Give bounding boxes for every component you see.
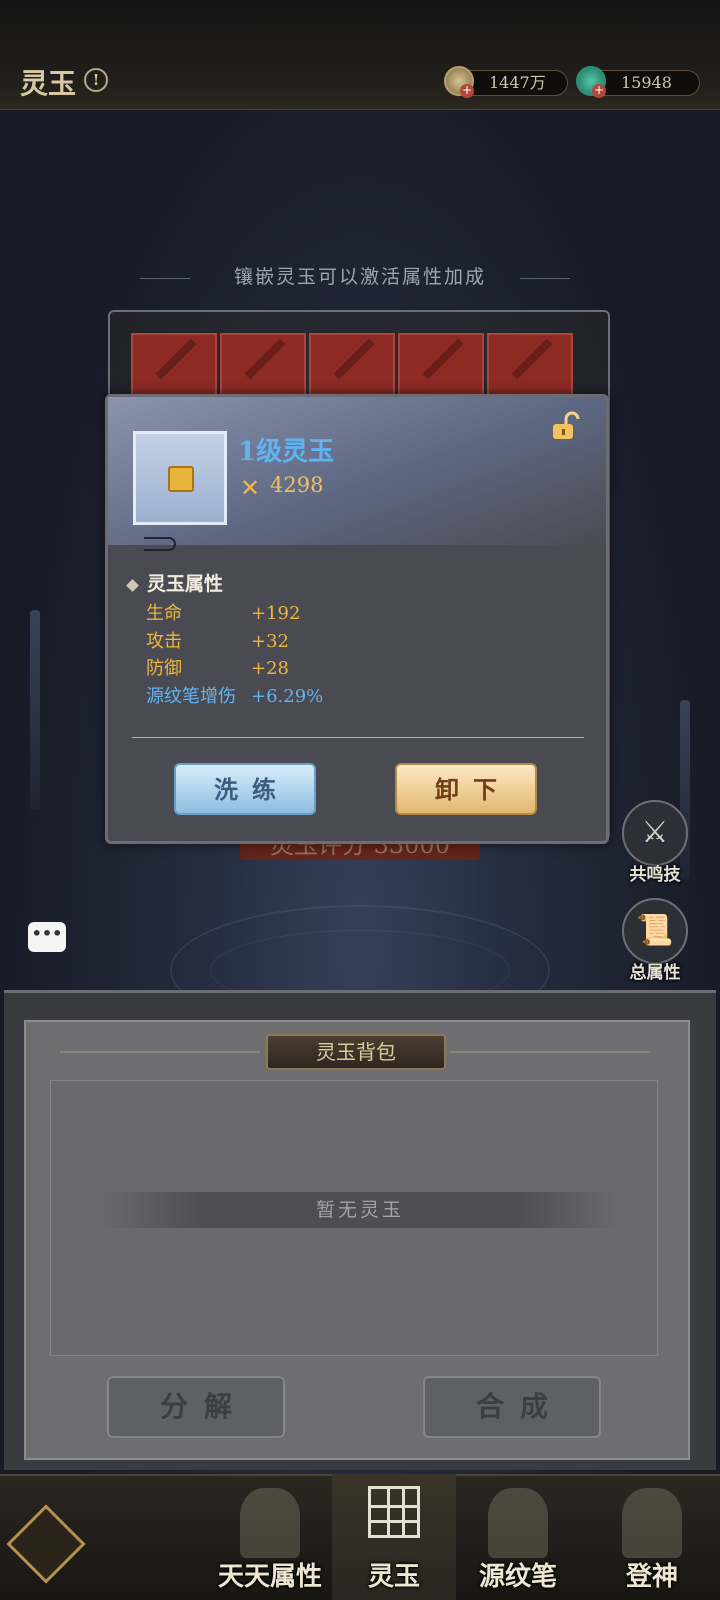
tab-daily-attributes[interactable]: 天天属性 (208, 1474, 332, 1600)
attributes-title-label: 灵玉属性 (147, 573, 224, 595)
page-title: 灵玉 (20, 67, 77, 100)
attribute-row: 防御 +28 (146, 654, 289, 680)
inlay-slot[interactable] (220, 333, 306, 403)
brush-icon (488, 1488, 548, 1558)
attribute-name: 防御 (146, 658, 182, 679)
empty-message: 暂无灵玉 (100, 1192, 620, 1228)
hint-text: 镶嵌灵玉可以激活属性加成 (233, 266, 486, 288)
bag-title-line-right (450, 1051, 650, 1053)
jade-value: 15948 (621, 73, 672, 92)
add-jade-icon[interactable]: + (592, 84, 606, 98)
crossed-swords-icon: ✕ (240, 474, 261, 502)
tab-spirit-jade[interactable]: 灵玉 (332, 1474, 456, 1600)
tab-ascend[interactable]: 登神 (590, 1474, 714, 1600)
refine-button[interactable]: 洗练 (174, 763, 316, 815)
attribute-value: +6.29% (251, 686, 324, 707)
inlay-slot[interactable] (487, 333, 573, 403)
attribute-row: 攻击 +32 (146, 627, 289, 653)
scroll-icon: 📜 (622, 898, 688, 964)
tab-label: 灵玉 (367, 1562, 420, 1592)
decompose-button[interactable]: 分解 (107, 1376, 285, 1438)
attribute-name: 攻击 (146, 631, 182, 652)
background-sword (30, 610, 40, 810)
tab-label: 源纹笔 (478, 1562, 557, 1592)
resonance-label: 共鸣技 (629, 865, 681, 885)
attribute-name: 源纹笔增伤 (146, 686, 236, 707)
item-icon-box (133, 431, 227, 525)
resonance-skill-button[interactable]: ⚔ 共鸣技 (622, 800, 688, 885)
resonance-icon: ⚔ (622, 800, 688, 866)
diamond-icon (126, 578, 139, 592)
jade-gem-icon (168, 466, 194, 492)
total-attributes-label: 总属性 (629, 963, 681, 983)
inlay-slot[interactable] (309, 333, 395, 403)
attribute-value: +192 (251, 603, 301, 624)
attribute-name: 生命 (146, 603, 182, 624)
chat-icon[interactable]: ••• (28, 922, 66, 952)
sword-icon (511, 338, 553, 380)
unlock-icon[interactable] (551, 411, 581, 441)
ascend-icon (622, 1488, 682, 1558)
grid-icon (368, 1486, 420, 1538)
inlay-slot[interactable] (131, 333, 217, 403)
unequip-button[interactable]: 卸下 (395, 763, 537, 815)
item-power: 4298 (270, 473, 324, 497)
sword-icon (422, 338, 464, 380)
sword-icon (333, 338, 375, 380)
coin-value: 1447万 (489, 73, 546, 92)
tab-label: 天天属性 (217, 1562, 322, 1592)
bag-title-line-left (60, 1051, 260, 1053)
popup-divider (132, 737, 584, 738)
attribute-row: 生命 +192 (146, 599, 300, 625)
swirl-decoration (144, 537, 176, 551)
synthesize-button[interactable]: 合成 (423, 1376, 601, 1438)
heroine-icon (240, 1488, 300, 1558)
add-coin-icon[interactable]: + (460, 84, 474, 98)
attribute-row: 源纹笔增伤 +6.29% (146, 682, 323, 708)
sword-icon (155, 338, 197, 380)
jade-detail-popup: 1级灵玉 ✕ 4298 灵玉属性 生命 +192 攻击 +32 防御 +28 源纹笔增… (105, 394, 609, 844)
attribute-value: +32 (251, 631, 289, 652)
attributes-title: 灵玉属性 (126, 569, 224, 596)
inlay-slot[interactable] (398, 333, 484, 403)
tab-label: 登神 (625, 1562, 678, 1592)
info-icon[interactable]: ! (84, 68, 108, 92)
item-name: 1级灵玉 (238, 437, 335, 467)
tab-rune-brush[interactable]: 源纹笔 (456, 1474, 580, 1600)
bag-title: 灵玉背包 (266, 1034, 446, 1070)
total-attributes-button[interactable]: 📜 总属性 (622, 898, 688, 983)
sword-icon (244, 338, 286, 380)
attribute-value: +28 (251, 658, 289, 679)
